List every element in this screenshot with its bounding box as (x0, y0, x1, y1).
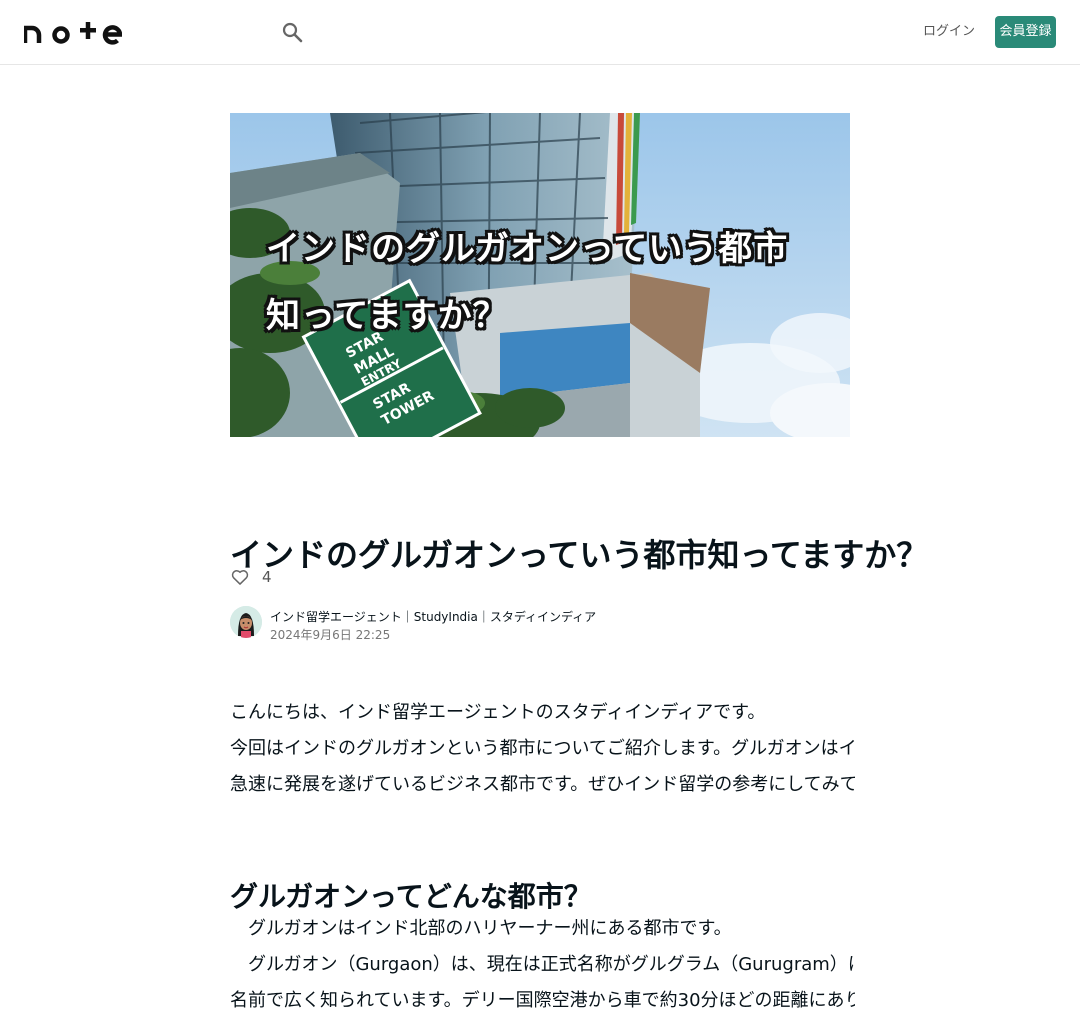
intro-paragraph: こんにちは、インド留学エージェントのスタディインディアです。 今回はインドのグル… (230, 695, 855, 803)
section-paragraph: グルガオンはインド北部のハリヤーナー州にある都市です。 グルガオン（Gurgao… (230, 911, 855, 1019)
hero-caption-line-1: インドのグルガオンっていう都市 (266, 229, 789, 269)
section-line: グルガオンはインド北部のハリヤーナー州にある都市です。 (248, 918, 732, 939)
note-logo[interactable] (24, 19, 122, 45)
intro-line: 今回はインドのグルガオンという都市についてご紹介します。グルガオンはインドの首都… (230, 738, 855, 759)
login-link[interactable]: ログイン (922, 20, 976, 44)
intro-line: 急速に発展を遂げているビジネス都市です。ぜひインド留学の参考にしてみてくださいね… (230, 774, 855, 795)
heart-icon[interactable] (230, 567, 250, 587)
author-block: インド留学エージェント｜StudyIndia｜スタディインディア 2024年9月… (230, 606, 850, 642)
search-icon[interactable] (280, 20, 304, 44)
signup-button[interactable]: 会員登録 (995, 16, 1056, 48)
like-count: 4 (262, 568, 272, 586)
section-line: グルガオン（Gurgaon）は、現在は正式名称がグルグラム（Gurugram）に… (248, 954, 855, 975)
article-title: インドのグルガオンっていう都市知ってますか？ (230, 536, 929, 575)
author-avatar[interactable] (230, 606, 262, 638)
intro-line: こんにちは、インド留学エージェントのスタディインディアです。 (230, 702, 766, 723)
section-line: 名前で広く知られています。デリー国際空港から車で約30分ほどの距離にあり、アクセ… (230, 990, 855, 1011)
hero-photo: STAR MALL ENTRY STAR TOWER (230, 113, 850, 437)
publish-date: 2024年9月6日 22:25 (270, 628, 391, 642)
hero-image: STAR MALL ENTRY STAR TOWER インドのグルガオンっていう… (230, 113, 850, 437)
site-header: ログイン 会員登録 (0, 0, 1080, 65)
hero-caption-line-2: 知ってますか？ (266, 296, 508, 336)
author-name[interactable]: インド留学エージェント｜StudyIndia｜スタディインディア (270, 608, 596, 625)
